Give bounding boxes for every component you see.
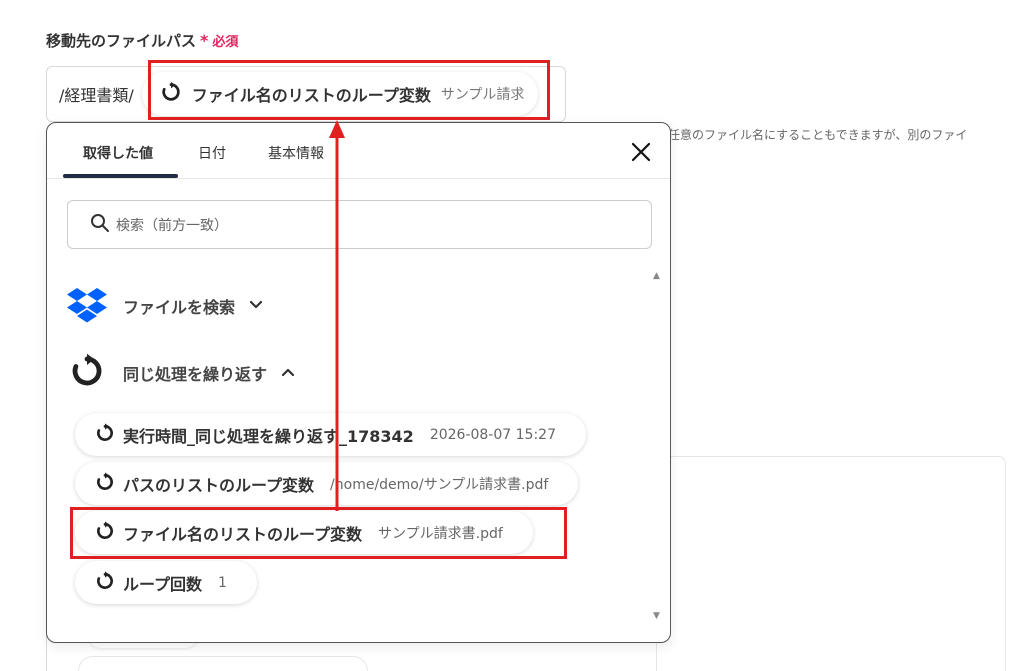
item-label: ループ回数 [123,574,203,594]
file-path-input[interactable]: /経理書類/ ファイル名のリストのループ変数 サンプル請求 [46,66,566,122]
field-label: 移動先のファイルパス * 必須 [46,30,238,51]
scroll-down-arrow[interactable]: ▼ [653,611,660,621]
loop-icon [160,81,182,107]
variable-chip[interactable]: ファイル名のリストのループ変数 サンプル請求 [141,72,539,116]
help-text: 任意のファイル名にすることもできますが、別のファイ [668,128,968,142]
item-label: ファイル名のリストのループ変数 [123,524,363,544]
tab-bar: 取得した値 日付 基本情報 [47,123,670,179]
chip-label: ファイル名のリストのループ変数 [191,86,431,105]
variable-item[interactable]: ループ回数 1 [75,561,257,604]
field-label-text: 移動先のファイルパス [46,32,197,50]
required-badge: 必須 [212,35,239,50]
required-star: * [200,31,209,50]
section-file-search[interactable]: ファイルを検索 [67,286,263,326]
tab-acquired-values[interactable]: 取得した値 [83,143,153,163]
scroll-up-arrow[interactable]: ▲ [653,271,660,281]
item-label: パスのリストのループ変数 [123,475,315,495]
active-tab-indicator [63,174,178,178]
close-icon[interactable] [630,141,652,163]
loop-icon [95,471,115,496]
section-label: ファイルを検索 [123,298,236,317]
section-repeat[interactable]: 同じ処理を繰り返す [69,353,295,393]
variable-item-selected[interactable]: ファイル名のリストのループ変数 サンプル請求書.pdf [75,511,533,554]
section-label: 同じ処理を繰り返す [123,365,268,384]
annotation-arrow [329,120,345,511]
search-placeholder: 検索（前方一致） [116,217,228,234]
background-card [656,456,1006,671]
dropbox-icon [67,286,107,326]
background-pill [78,656,368,671]
item-value: 1 [218,574,227,591]
item-value: サンプル請求書.pdf [378,525,503,542]
path-prefix: /経理書類/ [59,86,134,105]
chevron-up-icon [281,364,295,383]
item-value: 2026-08-07 15:27 [429,426,556,443]
search-icon [90,213,110,237]
item-value: /home/demo/サンプル請求書.pdf [330,476,549,493]
loop-icon [95,570,115,595]
tab-basic-info[interactable]: 基本情報 [268,143,324,163]
search-input[interactable]: 検索（前方一致） [67,200,652,249]
chip-value: サンプル請求 [440,87,525,103]
chevron-down-icon [249,297,263,316]
tab-date[interactable]: 日付 [198,143,226,163]
variable-picker-popup: 取得した値 日付 基本情報 検索（前方一致） ▲ ▼ ファイルを検索 同じ処理を… [46,122,671,643]
loop-icon [69,353,105,393]
loop-icon [95,520,115,545]
loop-icon [95,422,115,447]
item-label: 実行時間_同じ処理を繰り返す_178342 [123,426,414,446]
